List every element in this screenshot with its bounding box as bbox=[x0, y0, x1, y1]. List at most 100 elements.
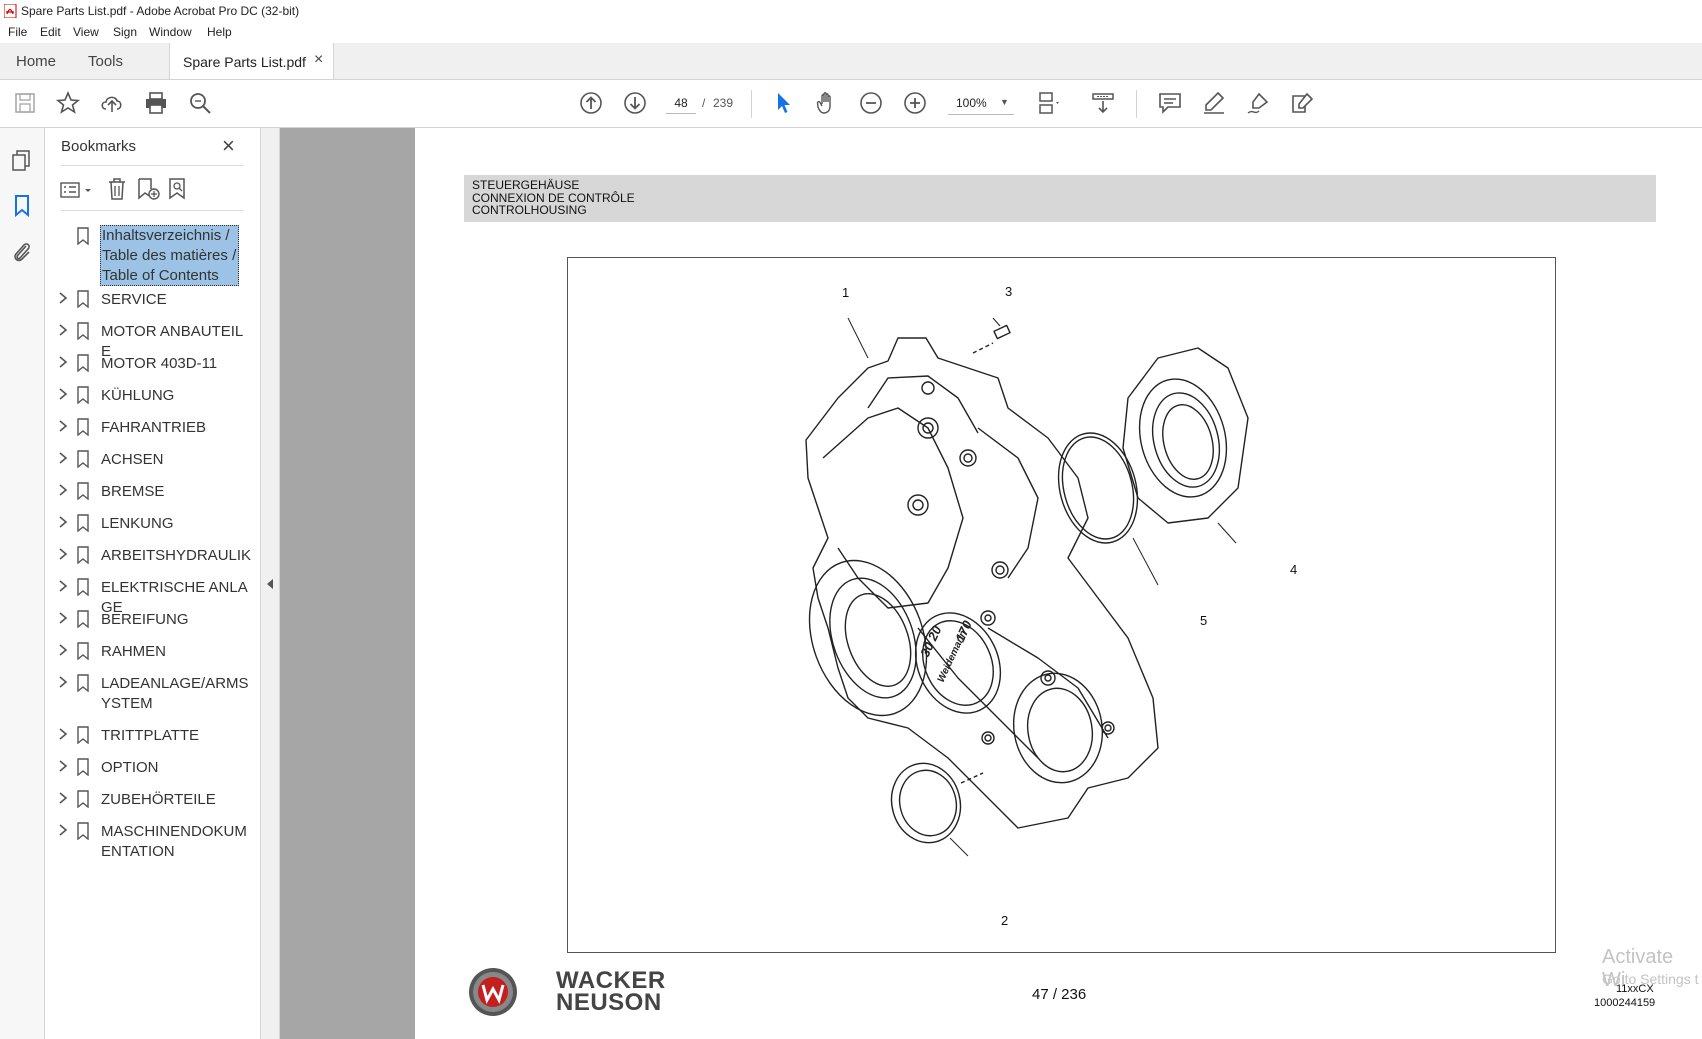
delete-bookmark-icon[interactable] bbox=[106, 177, 128, 201]
bookmark-item-maschinendokumentation[interactable]: MASCHINENDOKUMENTATION bbox=[45, 822, 260, 862]
cloud-upload-icon[interactable] bbox=[99, 90, 125, 116]
chevron-right-icon[interactable] bbox=[57, 759, 69, 773]
collapse-left-icon bbox=[267, 579, 273, 589]
bookmark-icon bbox=[77, 482, 89, 500]
next-page-icon[interactable] bbox=[622, 90, 648, 116]
find-zoom-icon[interactable] bbox=[187, 90, 213, 116]
menu-window[interactable]: Window bbox=[149, 25, 192, 39]
star-icon[interactable] bbox=[55, 90, 81, 116]
bookmark-icon bbox=[77, 758, 89, 776]
bookmark-item-bereifung[interactable]: BEREIFUNG bbox=[45, 610, 260, 630]
zoom-out-icon[interactable] bbox=[858, 90, 884, 116]
bookmark-label: RAHMEN bbox=[101, 643, 167, 660]
chevron-right-icon[interactable] bbox=[57, 579, 69, 593]
page-display-icon[interactable] bbox=[1036, 90, 1062, 116]
chevron-right-icon[interactable] bbox=[57, 451, 69, 465]
bookmark-item-k-hlung[interactable]: KÜHLUNG bbox=[45, 386, 260, 406]
page-footer-number: 47 / 236 bbox=[1032, 986, 1087, 1003]
bookmark-item-ladeanlage-armsystem[interactable]: LADEANLAGE/ARMSYSTEM bbox=[45, 674, 260, 714]
bookmark-icon bbox=[77, 546, 89, 564]
scroll-mode-icon[interactable] bbox=[1090, 90, 1116, 116]
bookmark-label: ACHSEN bbox=[101, 451, 164, 468]
panel-collapse-strip[interactable] bbox=[261, 128, 280, 1039]
total-pages: 239 bbox=[713, 96, 734, 110]
chevron-right-icon[interactable] bbox=[57, 823, 69, 837]
previous-page-icon[interactable] bbox=[578, 90, 604, 116]
bookmark-item-arbeitshydraulik[interactable]: ARBEITSHYDRAULIK bbox=[45, 546, 260, 566]
bookmark-item-lenkung[interactable]: LENKUNG bbox=[45, 514, 260, 534]
sign-pen-icon[interactable] bbox=[1245, 90, 1271, 116]
page-number-input[interactable]: 48 bbox=[666, 93, 696, 114]
bookmark-label: OPTION bbox=[101, 759, 159, 776]
menu-sign[interactable]: Sign bbox=[113, 25, 137, 39]
chevron-right-icon[interactable] bbox=[57, 643, 69, 657]
menu-view[interactable]: View bbox=[73, 25, 99, 39]
bookmark-item-bremse[interactable]: BREMSE bbox=[45, 482, 260, 502]
bookmark-item-option[interactable]: OPTION bbox=[45, 758, 260, 778]
tab-tools[interactable]: Tools bbox=[88, 53, 123, 70]
panel-divider bbox=[61, 210, 244, 211]
print-icon[interactable] bbox=[143, 90, 169, 116]
zoom-in-icon[interactable] bbox=[902, 90, 928, 116]
bookmark-icon bbox=[77, 450, 89, 468]
bookmark-icon bbox=[77, 386, 89, 404]
chevron-right-icon[interactable] bbox=[57, 291, 69, 305]
chevron-right-icon[interactable] bbox=[57, 547, 69, 561]
select-cursor-icon[interactable] bbox=[770, 90, 796, 116]
bookmark-icon bbox=[77, 822, 89, 840]
tab-close-icon[interactable]: × bbox=[314, 51, 323, 69]
attachment-icon[interactable] bbox=[11, 240, 33, 264]
bookmark-panel-icon[interactable] bbox=[13, 194, 31, 218]
bookmark-search-icon[interactable] bbox=[167, 177, 189, 201]
bookmark-item-elektrische-anlage[interactable]: ELEKTRISCHE ANLAGE bbox=[45, 578, 260, 616]
close-panel-icon[interactable]: × bbox=[222, 133, 235, 159]
chevron-right-icon[interactable] bbox=[57, 675, 69, 689]
chevron-right-icon[interactable] bbox=[57, 791, 69, 805]
bookmark-item-trittplatte[interactable]: TRITTPLATTE bbox=[45, 726, 260, 746]
chevron-right-icon[interactable] bbox=[57, 323, 69, 337]
page-separator: / bbox=[702, 96, 706, 110]
new-bookmark-icon[interactable] bbox=[136, 177, 160, 201]
chevron-right-icon[interactable] bbox=[57, 483, 69, 497]
comment-icon[interactable] bbox=[1157, 90, 1183, 116]
chevron-right-icon[interactable] bbox=[57, 419, 69, 433]
bookmark-label: BEREIFUNG bbox=[101, 611, 189, 628]
save-icon[interactable] bbox=[12, 90, 38, 116]
zoom-value: 100% bbox=[956, 96, 987, 110]
zoom-select[interactable]: 100% ▼ bbox=[948, 92, 1014, 115]
bookmark-item-table-of-contents[interactable]: Inhaltsverzeichnis / Table des matières … bbox=[45, 225, 260, 287]
bookmark-item-rahmen[interactable]: RAHMEN bbox=[45, 642, 260, 662]
bookmark-icon bbox=[77, 418, 89, 436]
page-thumbnails-icon[interactable] bbox=[11, 149, 33, 173]
callout-1: 1 bbox=[842, 285, 850, 300]
tab-home[interactable]: Home bbox=[16, 53, 56, 70]
window-title: Spare Parts List.pdf - Adobe Acrobat Pro… bbox=[21, 4, 300, 18]
chevron-right-icon[interactable] bbox=[57, 387, 69, 401]
bookmarks-title: Bookmarks bbox=[61, 138, 137, 155]
hand-tool-icon[interactable] bbox=[814, 90, 840, 116]
bookmark-item-service[interactable]: SERVICE bbox=[45, 290, 260, 310]
chevron-right-icon[interactable] bbox=[57, 355, 69, 369]
bookmark-item-motor-403d-11[interactable]: MOTOR 403D-11 bbox=[45, 354, 260, 374]
menu-help[interactable]: Help bbox=[207, 25, 232, 39]
title-bar: Spare Parts List.pdf - Adobe Acrobat Pro… bbox=[0, 0, 1702, 22]
menu-file[interactable]: File bbox=[8, 25, 27, 39]
chevron-right-icon[interactable] bbox=[57, 727, 69, 741]
bookmark-label: SERVICE bbox=[101, 291, 167, 308]
page-header-band: STEUERGEHÄUSE CONNEXION DE CONTRÔLE CONT… bbox=[464, 175, 1656, 222]
bookmark-item-motor-anbauteile[interactable]: MOTOR ANBAUTEILE bbox=[45, 322, 260, 360]
header-line-de: STEUERGEHÄUSE bbox=[472, 178, 580, 192]
highlight-pen-icon[interactable] bbox=[1201, 90, 1227, 116]
fill-sign-icon[interactable] bbox=[1289, 90, 1315, 116]
chevron-right-icon[interactable] bbox=[57, 611, 69, 625]
tab-document[interactable]: Spare Parts List.pdf × bbox=[169, 43, 334, 79]
bookmark-options-icon[interactable] bbox=[60, 179, 96, 201]
bookmark-item-zubeh-rteile[interactable]: ZUBEHÖRTEILE bbox=[45, 790, 260, 810]
chevron-right-icon[interactable] bbox=[57, 515, 69, 529]
header-line-en: CONTROLHOUSING bbox=[472, 203, 587, 217]
bookmark-icon bbox=[77, 227, 89, 245]
brand-wordmark: WACKER NEUSON bbox=[556, 969, 666, 1015]
bookmark-item-fahrantrieb[interactable]: FAHRANTRIEB bbox=[45, 418, 260, 438]
bookmark-item-achsen[interactable]: ACHSEN bbox=[45, 450, 260, 470]
menu-edit[interactable]: Edit bbox=[40, 25, 61, 39]
